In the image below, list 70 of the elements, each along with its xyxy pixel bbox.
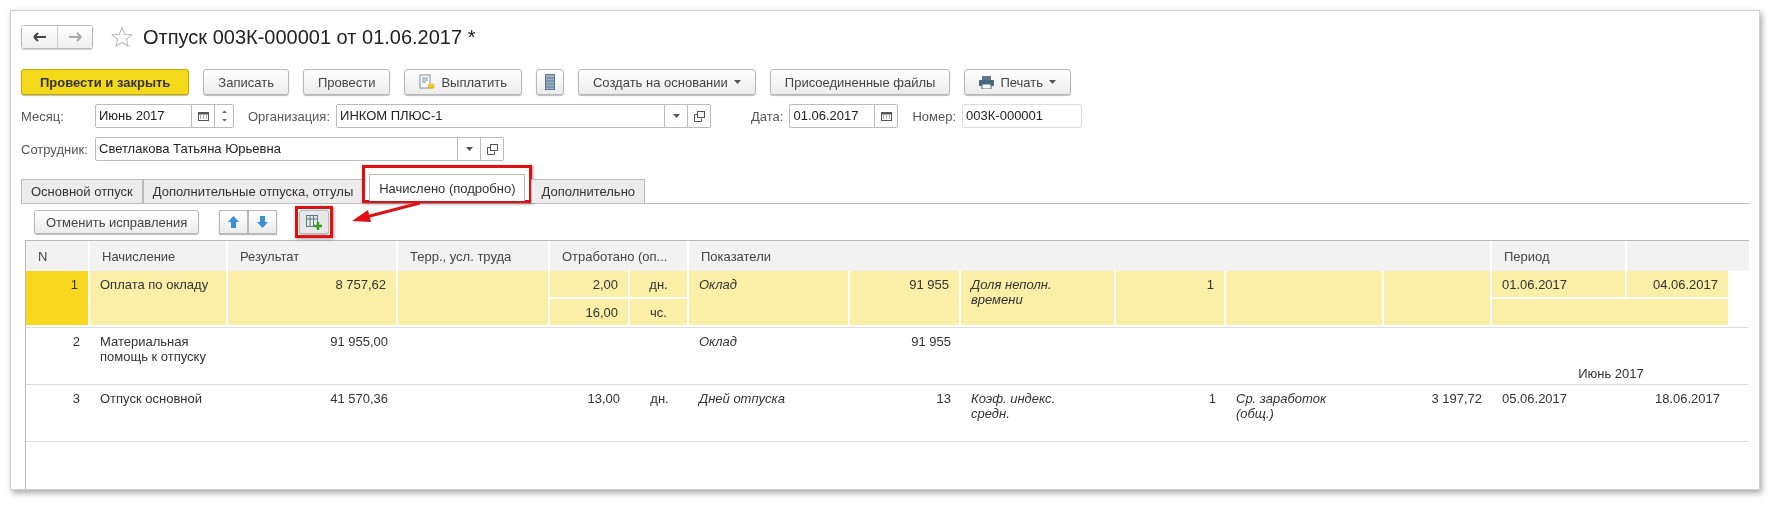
table-cell: 2,00 — [550, 271, 630, 299]
tab[interactable]: Дополнительные отпуска, отгулы — [142, 179, 364, 203]
forward-arrow-icon — [68, 32, 82, 42]
table-cell-text: 41 570,36 — [329, 390, 389, 408]
post-and-close-button[interactable]: Провести и закрыть — [21, 69, 190, 95]
field-label: Месяц: — [21, 108, 65, 124]
command-button[interactable]: Присоединенные файлы — [769, 69, 951, 95]
table-cell-text: Коэф. индекс. средн. — [970, 390, 1057, 423]
move-down-button[interactable] — [248, 210, 278, 234]
print-button[interactable]: Печать — [964, 69, 1071, 95]
field-label: Дата: — [751, 108, 784, 124]
star-icon[interactable] — [111, 26, 133, 48]
table-cell-text: 05.06.2017 — [1501, 390, 1569, 408]
table-cell: Оклад — [689, 271, 850, 327]
table-cell-text: 91 955 — [910, 333, 952, 351]
pay-button[interactable]: Выплатить — [404, 69, 522, 95]
table-cell: 04.06.2017 — [1627, 271, 1730, 299]
table-cell-text: 3 197,72 — [1430, 390, 1483, 408]
field-label: Организация: — [248, 108, 331, 124]
cancel-corrections-button[interactable]: Отменить исправления — [34, 210, 200, 234]
table-cell: чс. — [630, 299, 689, 327]
create-based-on-button[interactable]: Создать на основании — [577, 69, 756, 95]
table-cell: дн. — [630, 271, 689, 299]
field-label: Сотрудник: — [21, 141, 87, 157]
table-cell-text: Дней отпуска — [697, 390, 786, 408]
input-field[interactable]: 01.06.2017 — [789, 104, 899, 128]
document-coins-icon — [419, 74, 436, 90]
table-cell-text: 1 — [1207, 390, 1217, 408]
list-button[interactable] — [535, 69, 564, 95]
table-cell: 8 757,62 — [228, 271, 398, 327]
tab[interactable]: Начислено (подробно) — [369, 174, 526, 201]
list-icon — [544, 74, 555, 90]
input-field[interactable]: Светлакова Татьяна Юрьевна — [95, 137, 504, 161]
input-field[interactable]: 003К-000001 — [962, 104, 1083, 128]
table-cell: Оплата по окладу — [90, 271, 228, 327]
table-cell-text: Материальная помощь к отпуску — [99, 333, 207, 366]
table-plus-icon — [306, 214, 323, 230]
printer-icon — [979, 75, 995, 89]
back-button[interactable] — [22, 26, 57, 48]
command-button[interactable]: Записать — [203, 69, 289, 95]
table-cell-text: 13 — [935, 390, 952, 408]
table-cell-text: Июнь 2017 — [1577, 365, 1645, 383]
table-cell: 16,00 — [550, 299, 630, 327]
tab[interactable]: Дополнительно — [531, 179, 646, 203]
table-cell: 01.06.2017 — [1492, 271, 1627, 299]
table-cell: 1 — [1116, 271, 1226, 327]
row-number: 1 — [26, 271, 90, 327]
down-arrow-icon — [257, 216, 269, 228]
caret-icon — [733, 80, 741, 84]
input-field[interactable]: ИНКОМ ПЛЮС-1 — [336, 104, 712, 128]
table-cell-text: Оклад — [698, 333, 738, 351]
up-arrow-icon — [228, 216, 240, 228]
field-label: Номер: — [912, 108, 957, 124]
row-number: 2 — [71, 333, 81, 351]
tab[interactable]: Основной отпуск — [21, 179, 143, 203]
command-button[interactable]: Провести — [302, 69, 391, 95]
table-cell-text: 18.06.2017 — [1653, 390, 1721, 408]
move-up-button[interactable] — [219, 210, 249, 234]
row-number: 3 — [71, 390, 81, 408]
back-arrow-icon — [32, 32, 47, 42]
table-cell: 91 955 — [850, 271, 961, 327]
table-cell-text: Ср. заработок (общ.) — [1235, 390, 1328, 423]
table-cell-text: 91 955,00 — [329, 333, 389, 351]
table-cell-text: Отпуск основной — [99, 390, 203, 408]
table-cell-text: дн. — [649, 390, 670, 408]
table-cell: Доля неполн. времени — [961, 271, 1116, 327]
table-cell-text: 13,00 — [586, 390, 621, 408]
window-title: Отпуск 003К-000001 от 01.06.2017 * — [143, 25, 476, 49]
input-field[interactable]: Июнь 2017 — [95, 104, 234, 128]
caret-icon — [1049, 80, 1056, 84]
